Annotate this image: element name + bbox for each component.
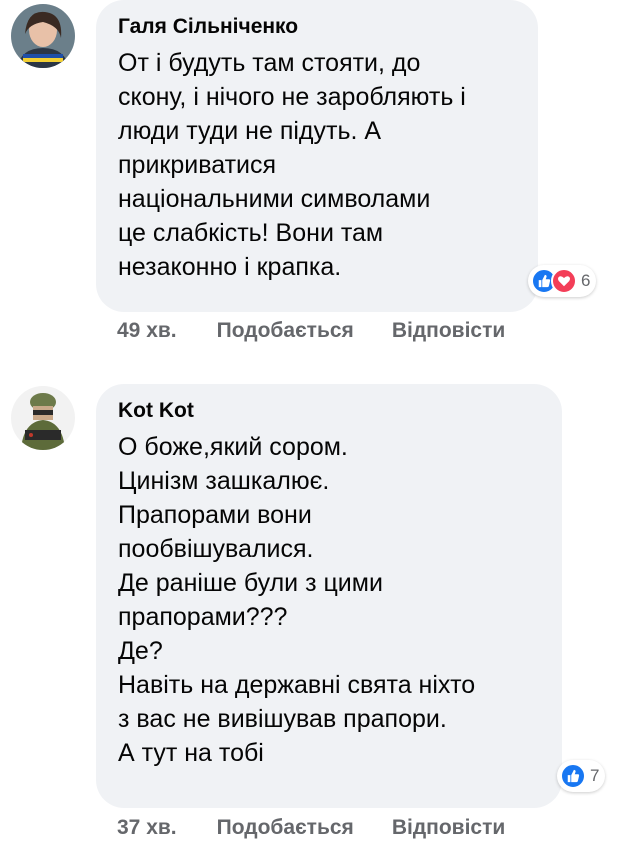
avatar[interactable] [11,4,75,68]
comment-text-line: Прапорами вони [118,501,312,529]
comment-text-line: прикриватися [118,151,277,179]
comment-timestamp[interactable]: 37 хв. [117,816,177,840]
like-button[interactable]: Подобається [217,319,354,343]
reply-button[interactable]: Відповісти [392,816,505,840]
comment-actions: 49 хв. Подобається Відповісти [117,319,505,343]
reactions-summary[interactable]: 7 [557,760,606,792]
comment-text-line: з вас не вивішував прапори. [118,705,447,733]
comment-bubble: Kot Kot О боже,який сором. Цинізм зашкал… [96,384,562,808]
avatar[interactable] [11,386,75,450]
reaction-count: 6 [581,271,591,290]
reply-button[interactable]: Відповісти [392,319,505,343]
reactions-summary[interactable]: 6 [528,265,597,297]
comment-author[interactable]: Kot Kot [118,398,542,424]
like-icon [560,763,586,789]
comment-text-line: Навіть на державні свята ніхто [118,671,476,699]
like-button[interactable]: Подобається [217,816,354,840]
comment-text-line: пообвішувалися. [118,535,314,563]
comment-text-line: Цинізм зашкалює. [118,467,330,495]
comment-timestamp[interactable]: 49 хв. [117,319,177,343]
comment-text-line: Де раніше були з цими [118,569,383,597]
comment-text-line: А тут на тобі [118,739,264,767]
comment-text-line: національними символами [118,185,431,213]
comment-bubble: Галя Сільніченко От і будуть там стояти,… [96,0,538,312]
comment-text-line: О боже,який сором. [118,433,348,461]
comment-text-line: це слабкість! Вони там [118,219,384,247]
comment-text-line: люди туди не підуть. А [118,117,382,145]
comment-actions: 37 хв. Подобається Відповісти [117,816,505,840]
comment-text-line: Де? [118,637,163,665]
comment-text-line: прапорами??? [118,603,288,631]
reaction-count: 7 [590,766,600,785]
comment-author[interactable]: Галя Сільніченко [118,14,518,40]
comment-text-line: От і будуть там стояти, до [118,49,421,77]
comment-text-line: незаконно і крапка. [118,253,342,281]
love-icon [551,268,577,294]
comment-text-line: скону, і нічого не заробляють і [118,83,466,111]
